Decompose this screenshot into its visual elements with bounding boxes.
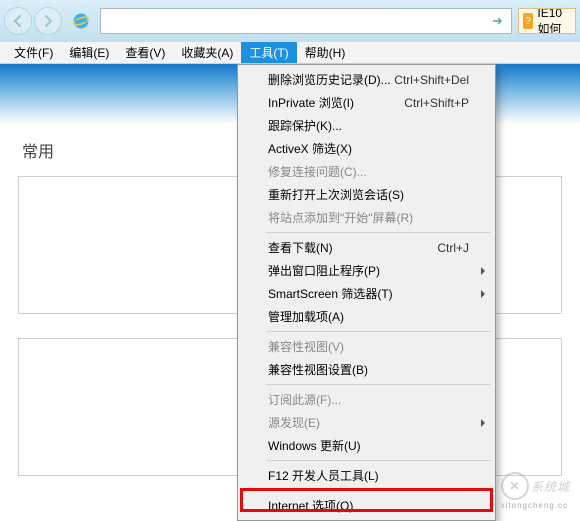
menu-item-manage-addons[interactable]: 管理加载项(A) <box>240 305 493 328</box>
browser-tab[interactable]: ? IE10如何 <box>518 8 576 34</box>
menu-item-compatibility-view-settings[interactable]: 兼容性视图设置(B) <box>240 358 493 381</box>
go-refresh-button[interactable] <box>487 10 507 32</box>
menu-file[interactable]: 文件(F) <box>6 42 61 63</box>
back-button[interactable] <box>4 7 32 35</box>
menu-item-tracking-protection[interactable]: 跟踪保护(K)... <box>240 114 493 137</box>
watermark: ✕ 系统城 <box>501 472 570 500</box>
menu-item-fix-connection: 修复连接问题(C)... <box>240 160 493 183</box>
menu-favorites[interactable]: 收藏夹(A) <box>173 42 241 63</box>
title-bar: ? IE10如何 <box>0 0 580 42</box>
tools-dropdown-menu: 删除浏览历史记录(D)...Ctrl+Shift+Del InPrivate 浏… <box>237 64 496 521</box>
content-area: 常用 删除浏览历史记录(D)...Ctrl+Shift+Del InPrivat… <box>0 64 580 512</box>
address-bar[interactable] <box>100 8 512 34</box>
menu-item-reopen-last-session[interactable]: 重新打开上次浏览会话(S) <box>240 183 493 206</box>
menu-item-popup-blocker[interactable]: 弹出窗口阻止程序(P) <box>240 259 493 282</box>
ie-logo-icon <box>70 10 92 32</box>
menu-item-view-downloads[interactable]: 查看下载(N)Ctrl+J <box>240 236 493 259</box>
menu-item-delete-browsing-history[interactable]: 删除浏览历史记录(D)...Ctrl+Shift+Del <box>240 68 493 91</box>
menu-item-f12-developer-tools[interactable]: F12 开发人员工具(L) <box>240 464 493 487</box>
menu-help[interactable]: 帮助(H) <box>297 42 354 63</box>
menu-separator <box>266 490 491 491</box>
menu-separator <box>266 384 491 385</box>
menu-item-inprivate-browsing[interactable]: InPrivate 浏览(I)Ctrl+Shift+P <box>240 91 493 114</box>
menu-item-add-site-to-start: 将站点添加到"开始"屏幕(R) <box>240 206 493 229</box>
menu-separator <box>266 460 491 461</box>
watermark-text: 系统城 <box>531 478 570 495</box>
watermark-logo-icon: ✕ <box>501 472 529 500</box>
menu-separator <box>266 232 491 233</box>
watermark-url: xitongcheng.cc <box>501 501 568 510</box>
menu-separator <box>266 331 491 332</box>
menu-item-windows-update[interactable]: Windows 更新(U) <box>240 434 493 457</box>
menu-item-smartscreen-filter[interactable]: SmartScreen 筛选器(T) <box>240 282 493 305</box>
forward-button[interactable] <box>34 7 62 35</box>
address-input[interactable] <box>105 10 487 32</box>
menu-tools[interactable]: 工具(T) <box>241 42 296 63</box>
menu-item-activex-filtering[interactable]: ActiveX 筛选(X) <box>240 137 493 160</box>
tab-title: IE10如何 <box>537 8 569 34</box>
menu-item-feed-discovery: 源发现(E) <box>240 411 493 434</box>
menu-bar: 文件(F) 编辑(E) 查看(V) 收藏夹(A) 工具(T) 帮助(H) <box>0 42 580 64</box>
menu-view[interactable]: 查看(V) <box>117 42 173 63</box>
menu-item-subscribe-feed: 订阅此源(F)... <box>240 388 493 411</box>
tab-favicon-icon: ? <box>523 13 533 29</box>
menu-edit[interactable]: 编辑(E) <box>61 42 117 63</box>
menu-item-internet-options[interactable]: Internet 选项(O) <box>240 494 493 517</box>
menu-item-compatibility-view: 兼容性视图(V) <box>240 335 493 358</box>
